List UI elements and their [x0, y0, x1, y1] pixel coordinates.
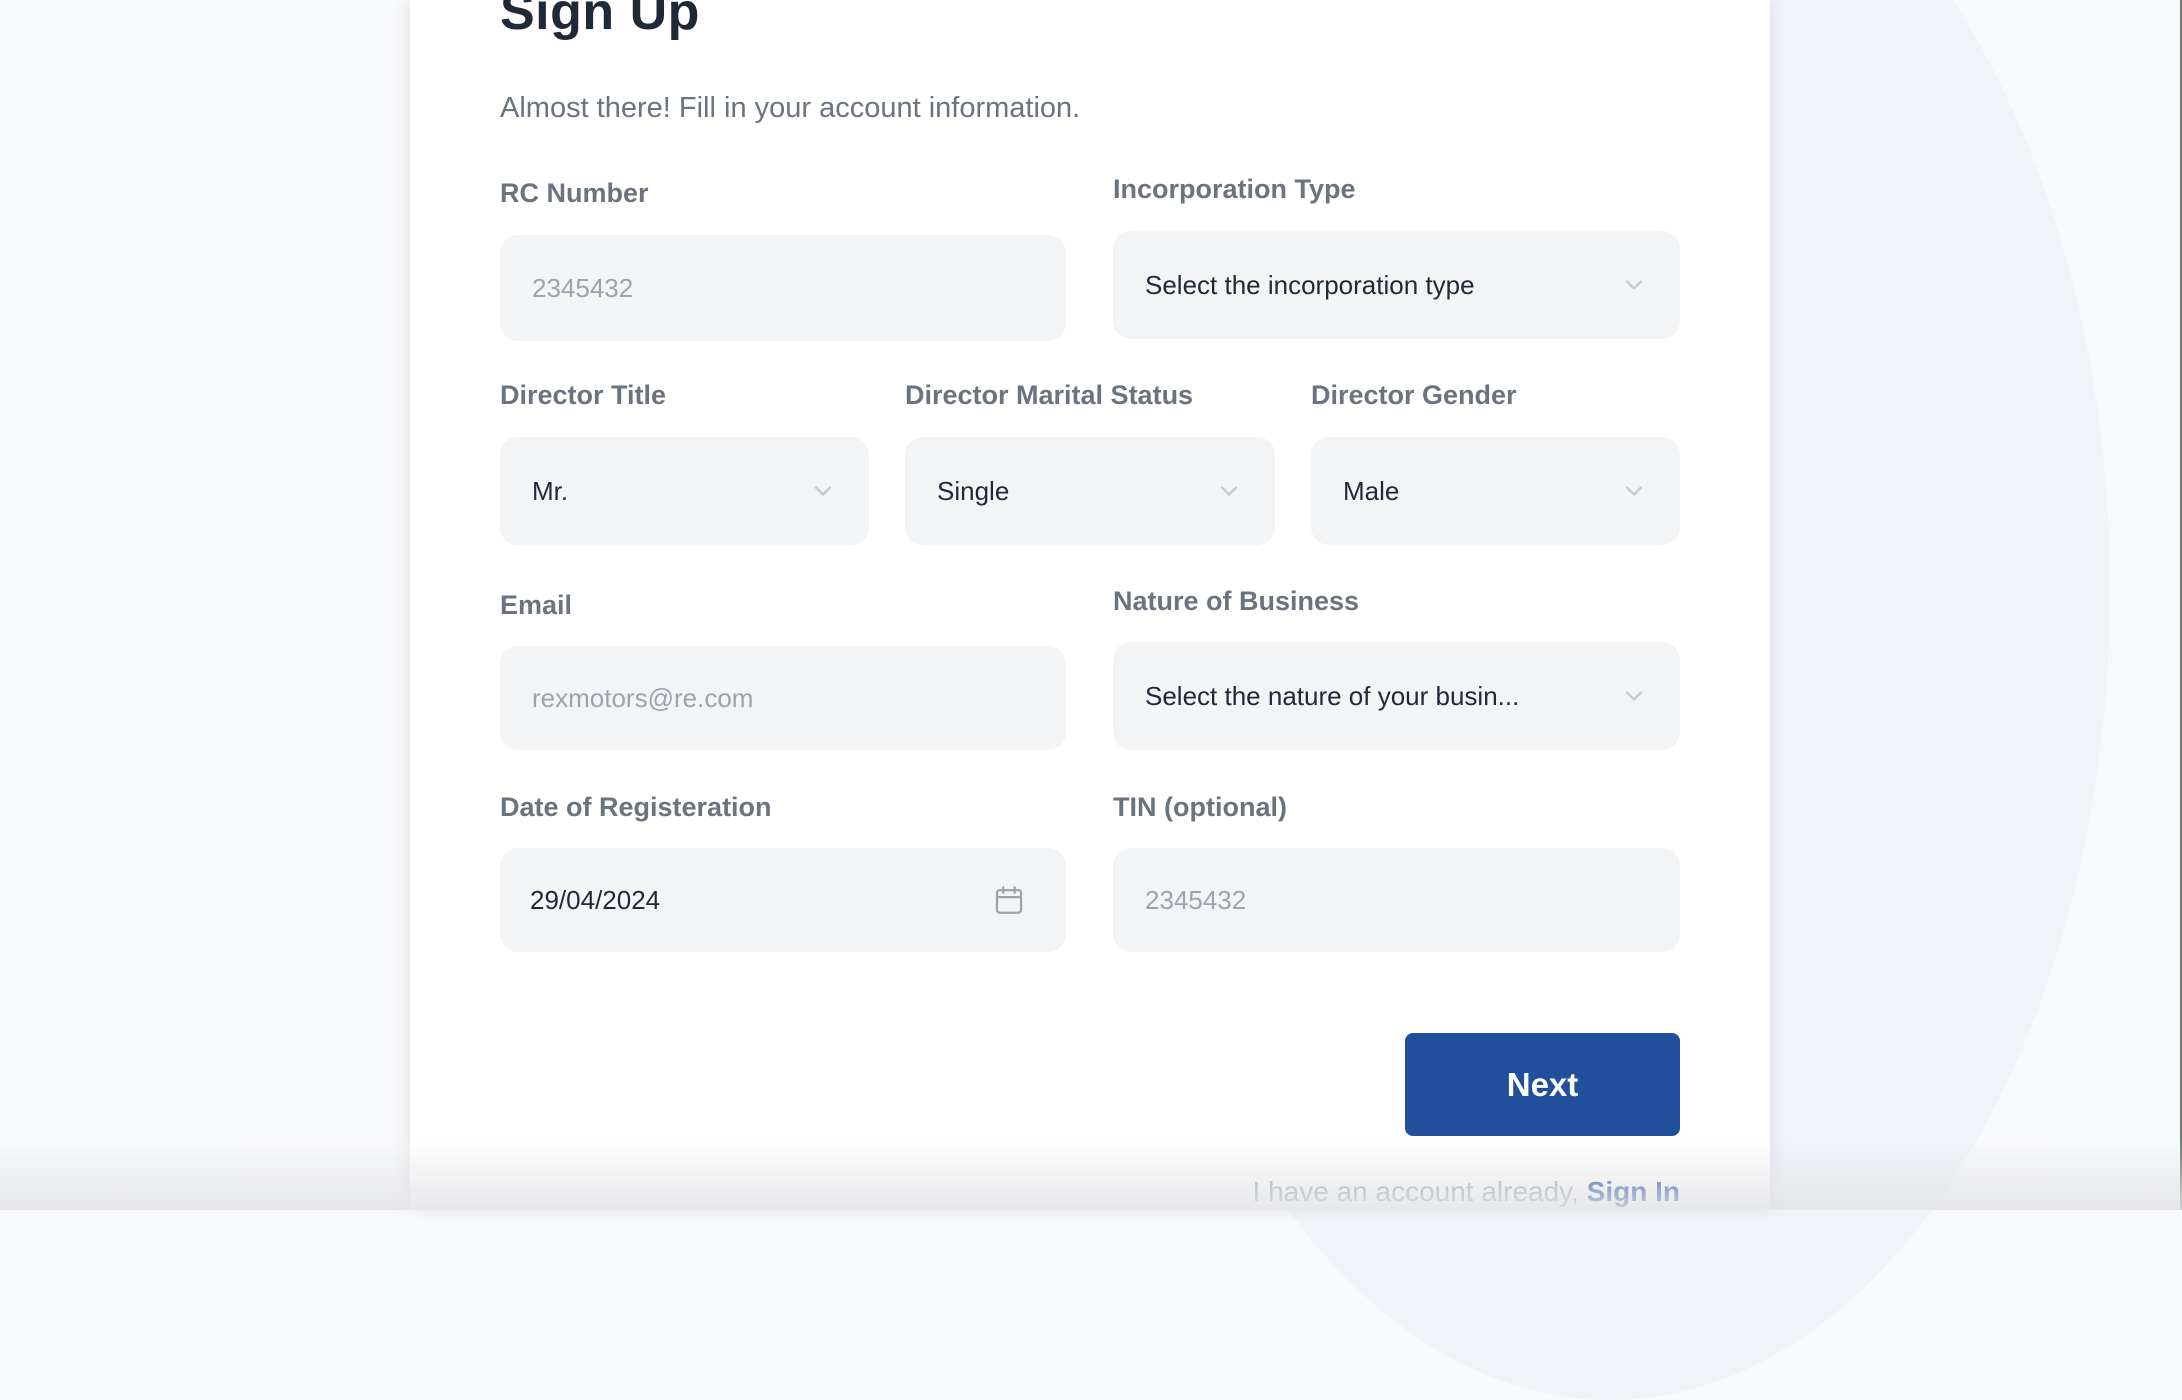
director-gender-value: Male: [1343, 475, 1400, 506]
email-input[interactable]: rexmotors@re.com: [500, 646, 1066, 750]
page-subtitle: Almost there! Fill in your account infor…: [500, 92, 1081, 124]
incorporation-type-value: Select the incorporation type: [1145, 269, 1475, 300]
director-gender-label: Director Gender: [1311, 380, 1517, 410]
chevron-down-icon: [1220, 486, 1238, 496]
chevron-down-icon: [1625, 486, 1643, 496]
director-marital-status-select[interactable]: Single: [905, 437, 1275, 545]
director-marital-status-label: Director Marital Status: [905, 380, 1194, 410]
email-label: Email: [500, 590, 573, 620]
incorporation-type-label: Incorporation Type: [1113, 174, 1356, 204]
sign-in-link[interactable]: Sign In: [1587, 1176, 1680, 1207]
rc-number-label: RC Number: [500, 178, 649, 208]
page-title: Sign Up: [500, 0, 700, 41]
director-marital-status-value: Single: [937, 475, 1010, 506]
tin-placeholder: 2345432: [1145, 884, 1247, 915]
chevron-down-icon: [1625, 691, 1643, 701]
email-placeholder: rexmotors@re.com: [532, 682, 754, 713]
nature-of-business-label: Nature of Business: [1113, 586, 1360, 616]
date-of-registration-value: 29/04/2024: [530, 884, 661, 915]
director-title-label: Director Title: [500, 380, 667, 410]
nature-of-business-select[interactable]: Select the nature of your busin...: [1113, 642, 1680, 750]
signup-card: Sign Up Almost there! Fill in your accou…: [410, 0, 1770, 1210]
rc-number-placeholder: 2345432: [532, 272, 634, 303]
date-of-registration-label: Date of Registeration: [500, 792, 772, 822]
tin-label: TIN (optional): [1113, 792, 1287, 822]
chevron-down-icon: [1625, 280, 1643, 290]
next-button[interactable]: Next: [1405, 1033, 1680, 1136]
nature-of-business-value: Select the nature of your busin...: [1145, 680, 1520, 711]
tin-input[interactable]: 2345432: [1113, 848, 1680, 952]
rc-number-input[interactable]: 2345432: [500, 235, 1066, 341]
director-title-value: Mr.: [532, 475, 569, 506]
chevron-down-icon: [814, 486, 832, 496]
signin-prompt: I have an account already, Sign In: [1253, 1176, 1680, 1208]
calendar-icon[interactable]: [992, 882, 1026, 918]
director-title-select[interactable]: Mr.: [500, 437, 869, 545]
signin-prompt-text: I have an account already,: [1252, 1176, 1579, 1207]
date-of-registration-input[interactable]: 29/04/2024: [500, 848, 1066, 952]
incorporation-type-select[interactable]: Select the incorporation type: [1113, 231, 1680, 339]
director-gender-select[interactable]: Male: [1311, 437, 1680, 545]
